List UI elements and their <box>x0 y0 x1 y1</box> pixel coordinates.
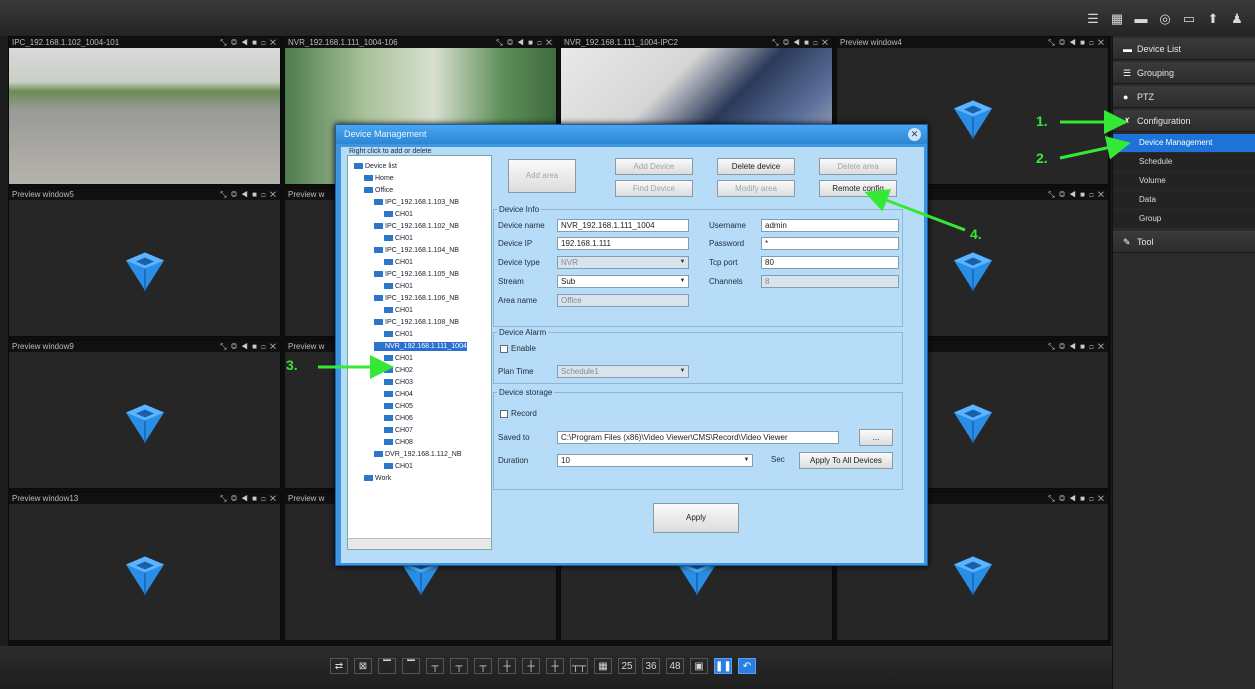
annotation-3: 3. <box>286 357 298 373</box>
annotation-2: 2. <box>1036 150 1048 166</box>
annotation-arrows <box>318 110 1131 379</box>
arrow-2 <box>1059 136 1131 160</box>
annotation-4: 4. <box>970 226 982 242</box>
annotation-1: 1. <box>1036 113 1048 129</box>
arrow-4 <box>864 189 966 232</box>
